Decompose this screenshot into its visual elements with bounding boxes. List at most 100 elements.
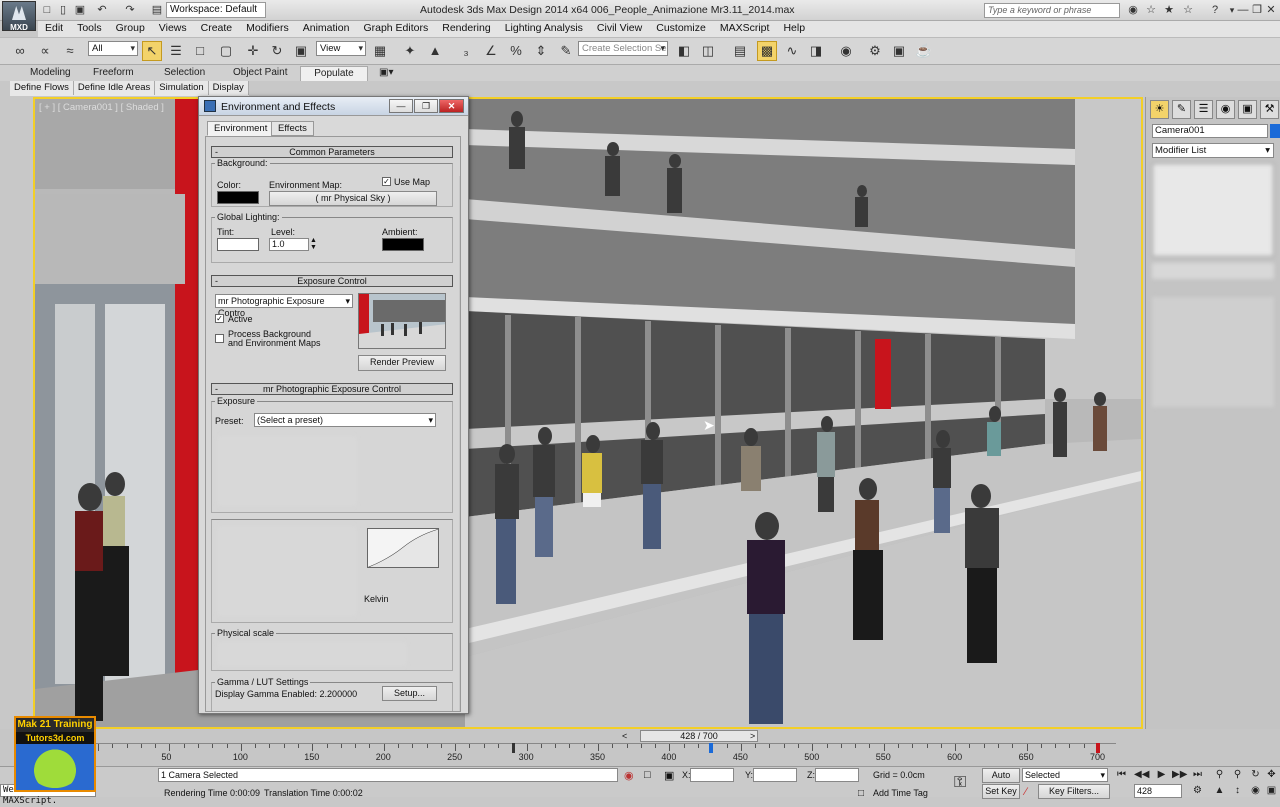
subtab-define-flows[interactable]: Define Flows (10, 81, 74, 95)
playhead-marker[interactable] (512, 743, 515, 753)
utilities-panel-icon[interactable]: ⚒ (1260, 100, 1279, 119)
material-editor-icon[interactable]: ◉ (836, 41, 856, 61)
scene-explorer-icon[interactable]: ▤ (730, 41, 750, 61)
selection-lock-icon[interactable]: □ (644, 769, 651, 781)
mr-exposure-rollout[interactable]: mr Photographic Exposure Control (211, 383, 453, 395)
dialog-scrollbar[interactable] (459, 176, 460, 711)
menu-modifiers[interactable]: Modifiers (239, 21, 296, 36)
ribbon-tab-freeform[interactable]: Freeform (89, 66, 138, 80)
subtab-display[interactable]: Display (209, 81, 249, 95)
field-of-view-icon[interactable]: ▲ (1212, 784, 1227, 798)
menu-rendering[interactable]: Rendering (435, 21, 497, 36)
rotate-icon[interactable]: ↻ (267, 41, 287, 61)
object-color-swatch[interactable] (1270, 124, 1280, 138)
create-panel-icon[interactable]: ☀ (1150, 100, 1169, 119)
set-key-icon[interactable]: ⚿ (954, 774, 966, 792)
render-production-icon[interactable]: ☕ (914, 41, 934, 61)
environment-map-button[interactable]: ( mr Physical Sky ) (269, 191, 437, 206)
layer-manager-icon[interactable]: ▩ (757, 41, 777, 61)
process-background-checkbox[interactable] (215, 334, 224, 343)
time-configuration-icon[interactable]: ⚙ (1190, 784, 1205, 798)
isolate-selection-icon[interactable]: ◉ (624, 769, 634, 782)
gamma-setup-button[interactable]: Setup... (382, 686, 437, 701)
select-by-name-icon[interactable]: ☰ (166, 41, 186, 61)
workspace-dropdown[interactable]: Workspace: Default (166, 2, 266, 18)
align-icon[interactable]: ◫ (698, 41, 718, 61)
menu-edit[interactable]: Edit (38, 21, 70, 36)
menu-create[interactable]: Create (194, 21, 240, 36)
menu-help[interactable]: Help (776, 21, 812, 36)
time-slider-prev-icon[interactable]: < (622, 731, 627, 741)
pan-icon[interactable]: ✥ (1264, 768, 1279, 782)
ribbon-tab-selection[interactable]: Selection (160, 66, 209, 80)
spinner-snap-icon[interactable]: ⇕ (531, 41, 551, 61)
menu-customize[interactable]: Customize (649, 21, 713, 36)
exposure-type-dropdown[interactable]: mr Photographic Exposure Contro (215, 294, 353, 318)
key-mode-dropdown[interactable]: Selected (1022, 768, 1108, 782)
modifier-stack[interactable] (1152, 163, 1274, 257)
motion-panel-icon[interactable]: ◉ (1216, 100, 1235, 119)
ribbon-options-icon[interactable]: ▣▾ (375, 66, 397, 80)
edit-named-selection-icon[interactable]: ✎ (556, 41, 576, 61)
select-and-link-icon[interactable]: ∞ (10, 41, 30, 61)
dialog-close-icon[interactable]: ✕ (439, 99, 464, 113)
menu-animation[interactable]: Animation (296, 21, 357, 36)
pivot-center-icon[interactable]: ▦ (370, 41, 390, 61)
modify-panel-icon[interactable]: ✎ (1172, 100, 1191, 119)
menu-lighting-analysis[interactable]: Lighting Analysis (498, 21, 590, 36)
zoom-icon[interactable]: ⚲ (1212, 768, 1227, 782)
subtab-simulation[interactable]: Simulation (155, 81, 209, 95)
dialog-minimize-icon[interactable]: — (389, 99, 413, 113)
exposure-control-rollout[interactable]: Exposure Control (211, 275, 453, 287)
menu-maxscript[interactable]: MAXScript (713, 21, 777, 36)
y-coordinate-field[interactable] (753, 768, 797, 782)
unlink-icon[interactable]: ∝ (35, 41, 55, 61)
scale-icon[interactable]: ▣ (291, 41, 311, 61)
tint-color-swatch[interactable] (217, 238, 259, 251)
search-input[interactable]: Type a keyword or phrase (984, 3, 1120, 18)
mirror-icon[interactable]: ◧ (674, 41, 694, 61)
communication-icon[interactable]: ★ (1162, 3, 1176, 17)
ribbon-tab-modeling[interactable]: Modeling (26, 66, 75, 80)
dolly-icon[interactable]: ↕ (1230, 784, 1245, 798)
preset-dropdown[interactable]: (Select a preset) (254, 413, 436, 427)
bind-space-warp-icon[interactable]: ≈ (60, 41, 80, 61)
ribbon-tab-populate[interactable]: Populate (300, 66, 368, 81)
next-frame-icon[interactable]: ▶▶ (1172, 768, 1187, 782)
ribbon-tab-object-paint[interactable]: Object Paint (229, 66, 291, 80)
dialog-restore-icon[interactable]: ❐ (414, 99, 438, 113)
close-icon[interactable]: ✕ (1264, 3, 1278, 17)
window-crossing-icon[interactable]: ▢ (216, 41, 236, 61)
orbit-icon[interactable]: ↻ (1248, 768, 1263, 782)
spinner-arrows-icon[interactable]: ▲ ▼ (310, 237, 317, 251)
zoom-all-icon[interactable]: ⚲ (1230, 768, 1245, 782)
angle-snap-icon[interactable]: ∠ (481, 41, 501, 61)
timeline-ruler[interactable]: 50 100 150 200 250 300 350 400 450 500 550 600 650 70… (96, 743, 1116, 765)
tab-environment[interactable]: Environment (207, 121, 275, 136)
common-parameters-rollout[interactable]: Common Parameters (211, 146, 453, 158)
subtab-define-idle-areas[interactable]: Define Idle Areas (74, 81, 156, 95)
z-coordinate-field[interactable] (815, 768, 859, 782)
viewport-label[interactable]: [ + ] [ Camera001 ] [ Shaded ] (39, 102, 164, 113)
named-selection-sets-dropdown[interactable]: Create Selection Se (578, 41, 668, 56)
ambient-color-swatch[interactable] (382, 238, 424, 251)
tab-effects[interactable]: Effects (271, 121, 314, 136)
redo-icon[interactable]: ↷ (123, 3, 137, 17)
render-setup-icon[interactable]: ⚙ (865, 41, 885, 61)
x-coordinate-field[interactable] (690, 768, 734, 782)
new-file-icon[interactable]: □ (40, 3, 54, 17)
select-manipulate-icon[interactable]: ✦ (400, 41, 420, 61)
time-tag-icon[interactable]: □ (858, 788, 864, 799)
move-icon[interactable]: ✛ (243, 41, 263, 61)
active-checkbox[interactable]: ✓ (215, 314, 224, 323)
select-object-icon[interactable]: ↖ (142, 41, 162, 61)
play-icon[interactable]: ▶ (1154, 768, 1169, 782)
auto-key-button[interactable]: Auto Key (982, 768, 1020, 793)
use-map-checkbox[interactable]: ✓ (382, 177, 391, 186)
subscription-icon[interactable]: ☆ (1144, 3, 1158, 17)
render-preview-button[interactable]: Render Preview (358, 355, 446, 371)
menu-graph-editors[interactable]: Graph Editors (356, 21, 435, 36)
time-slider-next-icon[interactable]: > (750, 731, 755, 741)
menu-tools[interactable]: Tools (70, 21, 109, 36)
dialog-title-bar[interactable]: Environment and Effects — ❐ ✕ (199, 97, 468, 116)
